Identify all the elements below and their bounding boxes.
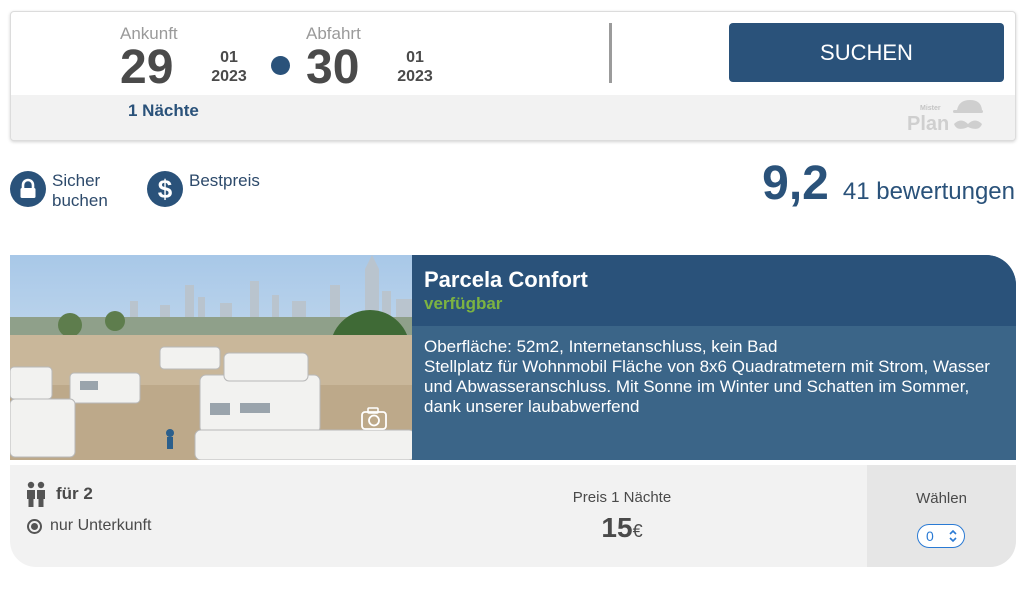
rating-count: 41 bewertungen bbox=[842, 178, 1015, 205]
feature-best-price: $ Bestpreis bbox=[147, 171, 260, 207]
arrival-year[interactable]: 2023 bbox=[204, 67, 254, 86]
board-option[interactable]: nur Unterkunft bbox=[27, 517, 151, 535]
radio-selected-dot bbox=[31, 522, 38, 530]
rating: 9,2 41 bewertungen bbox=[762, 156, 1015, 211]
feature-secure-label: Sicher buchen bbox=[52, 171, 108, 211]
quantity-select[interactable]: 0 bbox=[917, 524, 965, 548]
room-name[interactable]: Parcela Confort bbox=[424, 267, 588, 293]
feature-best-price-label: Bestpreis bbox=[189, 171, 260, 190]
search-button[interactable]: SUCHEN bbox=[729, 23, 1004, 82]
departure-day[interactable]: 30 bbox=[306, 44, 359, 92]
nights-count: 1 Nächte bbox=[128, 101, 199, 120]
choose-label: Wählen bbox=[916, 490, 967, 507]
vertical-divider bbox=[609, 23, 612, 83]
board-option-radio[interactable] bbox=[27, 518, 42, 534]
room-card: Parcela Confort verfügbar Oberfläche: 52… bbox=[10, 255, 1016, 567]
feature-secure-line2: buchen bbox=[52, 191, 108, 210]
quantity-chooser: Wählen 0 bbox=[867, 465, 1016, 567]
price-block: Preis 1 Nächte 15€ bbox=[550, 489, 694, 544]
lock-icon bbox=[10, 171, 46, 207]
arrival-month[interactable]: 01 bbox=[204, 48, 254, 67]
price-currency: € bbox=[632, 521, 643, 541]
room-booking-row: für 2 nur Unterkunft Preis 1 Nächte 15€ … bbox=[10, 465, 1016, 567]
persons-info: für 2 bbox=[26, 481, 93, 507]
feature-secure-booking: Sicher buchen bbox=[10, 171, 108, 211]
date-separator-dot bbox=[271, 56, 290, 75]
price-value: 15€ bbox=[550, 512, 694, 544]
mister-plan-logo: Mister Plan bbox=[907, 100, 983, 135]
feature-secure-line1: Sicher bbox=[52, 171, 101, 190]
room-description-text: Stellplatz für Wohnmobil Fläche von 8x6 … bbox=[424, 357, 990, 416]
date-search-bar: Ankunft 29 01 2023 Abfahrt 30 01 2023 SU… bbox=[10, 11, 1016, 141]
persons-icon bbox=[27, 481, 45, 507]
svg-text:Plan: Plan bbox=[907, 113, 949, 135]
quantity-value: 0 bbox=[926, 528, 934, 544]
departure-month[interactable]: 01 bbox=[390, 48, 440, 67]
price-amount: 15 bbox=[601, 512, 633, 543]
departure-year[interactable]: 2023 bbox=[390, 67, 440, 86]
persons-label: für 2 bbox=[56, 484, 93, 503]
board-option-label: nur Unterkunft bbox=[50, 517, 152, 534]
room-photo[interactable] bbox=[10, 255, 412, 460]
arrival-day[interactable]: 29 bbox=[120, 44, 173, 92]
rating-score: 9,2 bbox=[762, 157, 829, 210]
room-description: Oberfläche: 52m2, Internetanschluss, kei… bbox=[424, 337, 1002, 417]
svg-text:Mister: Mister bbox=[920, 105, 941, 112]
select-arrows-icon bbox=[949, 529, 957, 543]
dollar-icon: $ bbox=[147, 171, 183, 207]
room-features-line: Oberfläche: 52m2, Internetanschluss, kei… bbox=[424, 337, 778, 356]
room-info-panel: Parcela Confort verfügbar Oberfläche: 52… bbox=[412, 255, 1016, 460]
availability-status: verfügbar bbox=[424, 294, 503, 313]
price-label: Preis 1 Nächte bbox=[572, 489, 672, 506]
